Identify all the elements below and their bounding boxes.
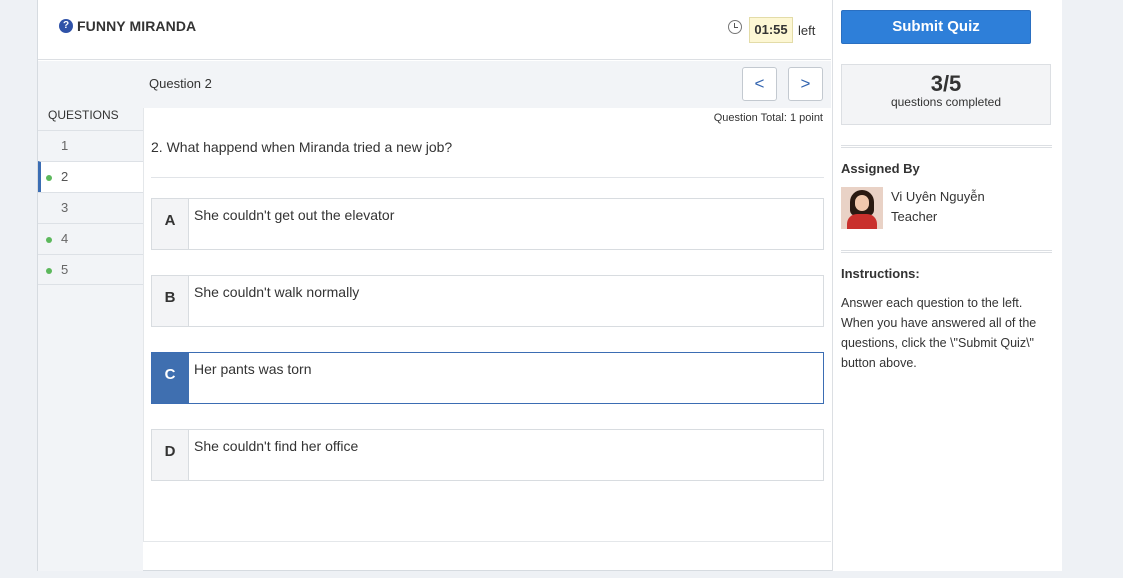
- question-nav-item-5[interactable]: 5: [38, 254, 143, 285]
- option-text: She couldn't walk normally: [194, 284, 360, 300]
- option-letter: D: [152, 430, 189, 480]
- answer-option-c[interactable]: C Her pants was torn: [151, 352, 824, 404]
- option-letter: B: [152, 276, 189, 326]
- question-text: 2. What happend when Miranda tried a new…: [151, 139, 453, 155]
- divider: [841, 145, 1052, 148]
- question-label: Question 2: [149, 76, 212, 91]
- question-nav-item-3[interactable]: 3: [38, 192, 143, 223]
- question-header: Question 2 < >: [143, 61, 831, 108]
- assigned-by-title: Assigned By: [841, 161, 920, 176]
- divider: [151, 177, 824, 178]
- question-body: Question Total: 1 point 2. What happend …: [143, 108, 831, 542]
- answered-dot-icon: [46, 175, 52, 181]
- question-nav-label: 2: [61, 169, 69, 184]
- clock-icon: [728, 20, 742, 34]
- next-question-button[interactable]: >: [788, 67, 823, 101]
- option-text: Her pants was torn: [194, 361, 312, 377]
- answer-option-d[interactable]: D She couldn't find her office: [151, 429, 824, 481]
- question-nav-item-1[interactable]: 1: [38, 130, 143, 161]
- submit-quiz-button[interactable]: Submit Quiz: [841, 10, 1031, 44]
- timer-suffix: left: [798, 23, 816, 38]
- info-sidebar: Submit Quiz 3/5 questions completed Assi…: [832, 0, 1062, 571]
- previous-question-button[interactable]: <: [742, 67, 777, 101]
- quiz-header: ? FUNNY MIRANDA 01:55 left: [38, 0, 831, 60]
- questions-list: 1 2 3 4 5: [38, 130, 143, 285]
- divider: [841, 250, 1052, 253]
- question-nav-label: 5: [61, 262, 69, 277]
- option-letter: C: [152, 353, 189, 403]
- progress-box: 3/5 questions completed: [841, 64, 1051, 125]
- teacher-role: Teacher: [891, 209, 938, 224]
- question-nav-item-2[interactable]: 2: [38, 161, 143, 192]
- question-nav-label: 1: [61, 138, 69, 153]
- progress-label: questions completed: [890, 95, 1002, 109]
- quiz-title: FUNNY MIRANDA: [77, 18, 197, 34]
- question-total: Question Total: 1 point: [713, 112, 823, 124]
- quiz-window: ? FUNNY MIRANDA 01:55 left QUESTIONS 1 2…: [37, 0, 1062, 571]
- question-nav-item-4[interactable]: 4: [38, 223, 143, 254]
- option-letter: A: [152, 199, 189, 249]
- question-nav-label: 3: [61, 200, 69, 215]
- progress-count: 3/5: [930, 71, 962, 96]
- option-text: She couldn't get out the elevator: [194, 207, 395, 223]
- answer-option-b[interactable]: B She couldn't walk normally: [151, 275, 824, 327]
- timer-value: 01:55: [749, 17, 793, 43]
- question-bubble-icon: ?: [59, 19, 73, 33]
- option-text: She couldn't find her office: [194, 438, 359, 454]
- teacher-name: Vi Uyên Nguyễn: [891, 189, 985, 204]
- instructions-text: Answer each question to the left. When y…: [841, 296, 1037, 370]
- instructions-title: Instructions:: [841, 266, 920, 281]
- answered-dot-icon: [46, 268, 52, 274]
- answered-dot-icon: [46, 237, 52, 243]
- avatar: [841, 187, 883, 229]
- answer-option-a[interactable]: A She couldn't get out the elevator: [151, 198, 824, 250]
- questions-heading: QUESTIONS: [48, 108, 119, 122]
- question-nav-label: 4: [61, 231, 69, 246]
